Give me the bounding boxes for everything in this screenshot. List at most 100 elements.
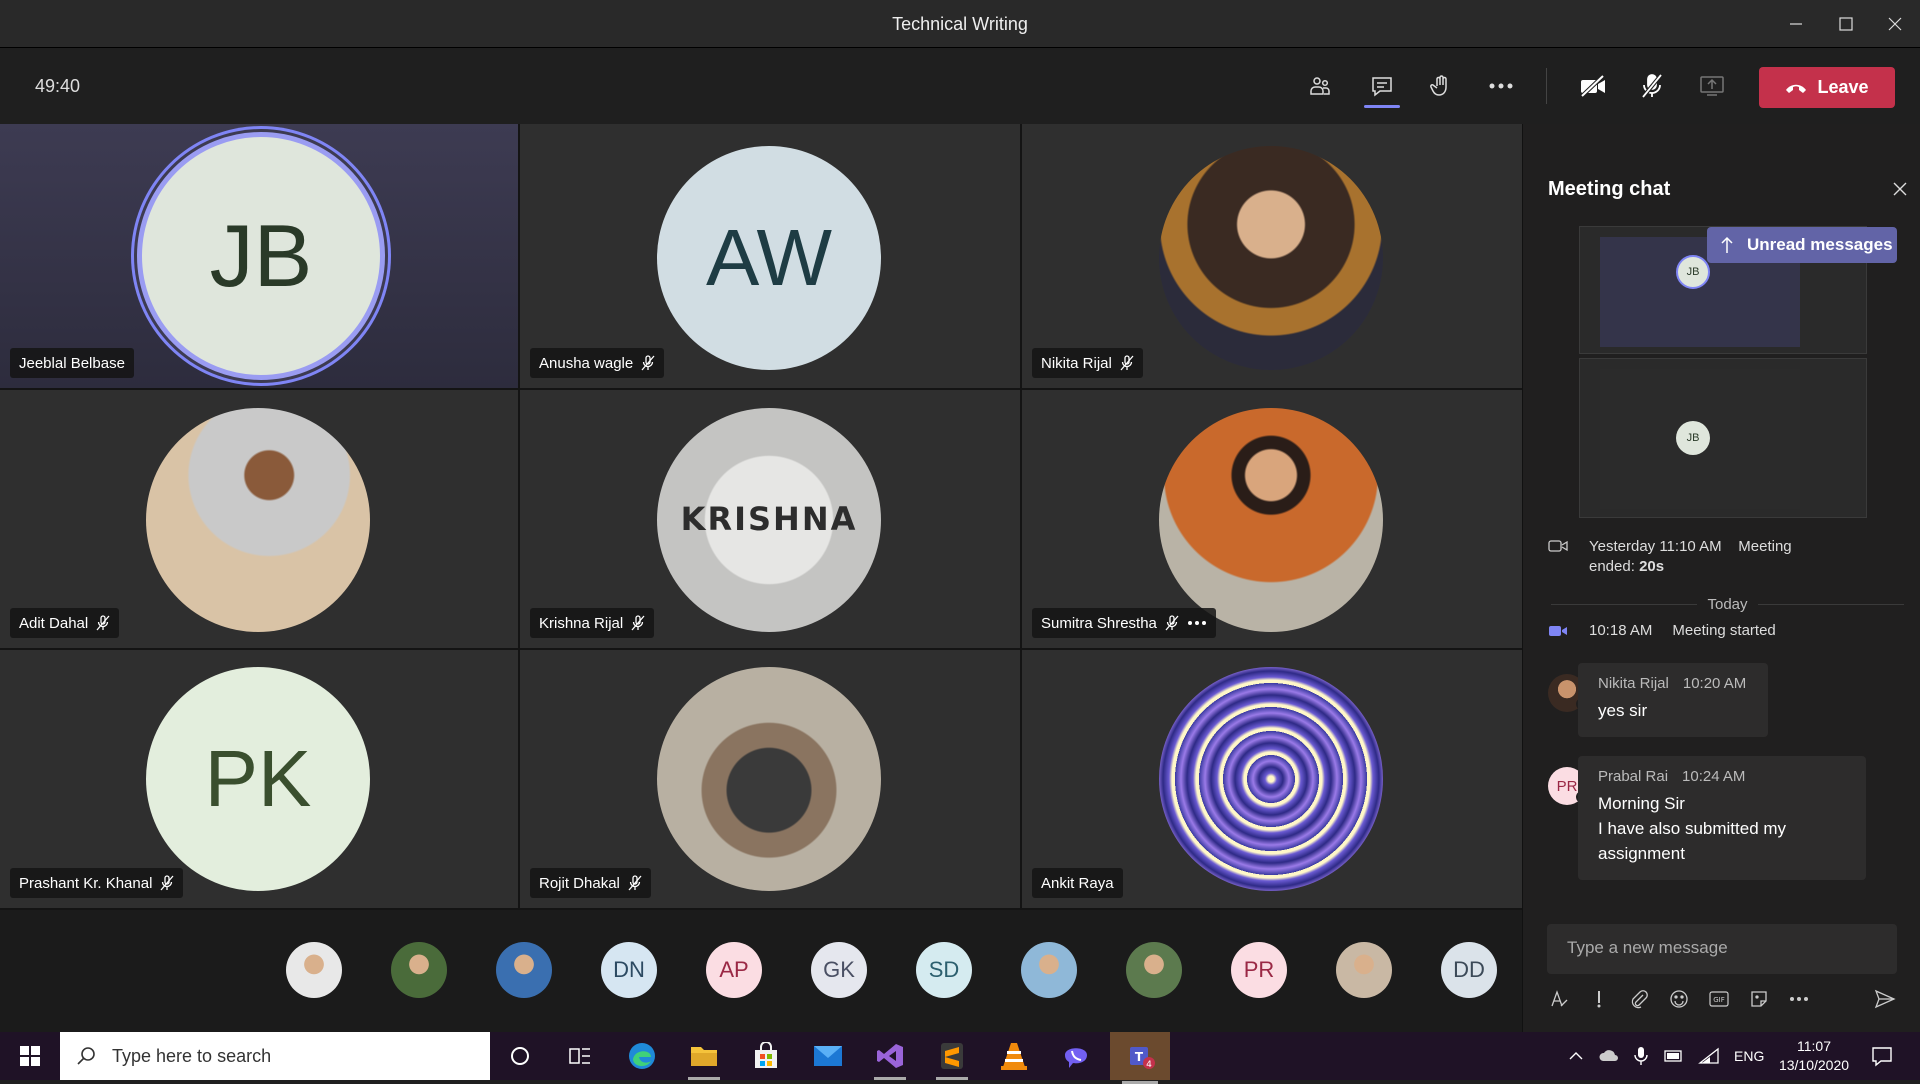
participant-tile-adit[interactable]: Adit Dahal [0,390,518,648]
participant-name: Krishna Rijal [539,614,624,632]
krishna-graffiti-image: KRISHNA [681,500,856,538]
mail-app[interactable] [800,1036,856,1076]
teams-app[interactable]: T4 [1110,1032,1170,1084]
vlc-app[interactable] [986,1036,1042,1076]
chevron-up-icon[interactable] [1568,1051,1584,1061]
notifications-button[interactable] [1854,1036,1910,1076]
vlc-icon [1001,1043,1027,1070]
video-call-icon [1549,626,1567,636]
strip-participant-avatar[interactable] [496,942,552,998]
participant-tile-krishna[interactable]: KRISHNA Krishna Rijal [520,390,1020,648]
screen-share-thumbnail[interactable]: JB [1579,358,1867,518]
format-icon[interactable] [1547,987,1571,1011]
close-chat-button[interactable] [1887,176,1913,202]
strip-participant-avatar[interactable] [391,942,447,998]
strip-participant-avatar[interactable]: PR [1231,942,1287,998]
clock[interactable]: 11:07 13/10/2020 [1776,1032,1852,1080]
language-indicator[interactable]: ENG [1734,1048,1764,1064]
strip-participant-avatar[interactable]: GK [811,942,867,998]
raise-hand-button[interactable] [1419,66,1463,106]
show-conversation-button[interactable] [1360,66,1404,108]
microphone-icon[interactable] [1634,1046,1648,1066]
avatar-initials: AP [719,957,749,982]
viber-icon [1065,1048,1087,1068]
unread-label: Unread messages [1747,235,1893,254]
edge-app[interactable] [614,1036,670,1076]
clock-date: 13/10/2020 [1778,1057,1850,1073]
participant-strip: DN AP GK SD PR DD [0,910,1522,1032]
wifi-icon[interactable] [1698,1047,1720,1065]
share-screen-button[interactable] [1690,66,1734,106]
message-input[interactable]: Type a new message [1547,924,1897,974]
sticker-icon[interactable] [1747,987,1771,1011]
strip-participant-avatar[interactable] [1021,942,1077,998]
message-text: yes sir [1598,701,1648,720]
participant-tile-ankit[interactable]: Ankit Raya [1022,650,1522,908]
strip-participant-avatar[interactable]: AP [706,942,762,998]
participant-tile-anusha[interactable]: AW Anusha wagle [520,124,1020,388]
participant-name-tag: Jeeblal Belbase [10,348,134,378]
message-time: 10:20 AM [1682,675,1747,692]
taskbar-search-box[interactable]: Type here to search [60,1032,490,1080]
strip-participant-avatar[interactable] [1336,942,1392,998]
participant-name: Anusha wagle [539,354,634,372]
participant-name-tag: Rojit Dhakal [530,868,651,898]
leave-button[interactable]: Leave [1759,67,1895,108]
participant-name-tag: Prashant Kr. Khanal [10,868,184,898]
system-tray: ENG [1568,1032,1764,1080]
meeting-toolbar: 49:40 [0,48,1920,124]
chat-message[interactable]: Nikita Rijal 10:20 AM yes sir [1578,663,1768,737]
task-view-button[interactable] [552,1036,608,1076]
start-button[interactable] [2,1036,58,1076]
viber-app[interactable] [1048,1036,1104,1076]
strip-participant-avatar[interactable]: DD [1441,942,1497,998]
participant-tile-jeeblal[interactable]: JB Jeeblal Belbase [0,124,518,388]
toolbar-separator [1546,68,1547,104]
more-options-icon[interactable] [1187,620,1207,626]
close-window-button[interactable] [1872,8,1918,40]
battery-icon[interactable] [1662,1047,1684,1065]
participant-tile-prashant[interactable]: PK Prashant Kr. Khanal [0,650,518,908]
sublime-text-app[interactable] [924,1036,980,1080]
mic-toggle-button[interactable] [1630,66,1674,106]
strip-participant-avatar[interactable] [286,942,342,998]
folder-icon [691,1047,717,1066]
participant-tile-sumitra[interactable]: Sumitra Shrestha [1022,390,1522,648]
file-explorer-app[interactable] [676,1036,732,1080]
chat-message[interactable]: Prabal Rai 10:24 AM Morning Sir I have al… [1578,756,1866,880]
emoji-icon[interactable] [1667,987,1691,1011]
participant-name: Prashant Kr. Khanal [19,874,153,892]
mic-off-icon [631,615,645,631]
mic-off-icon [628,875,642,891]
show-participants-button[interactable] [1298,66,1342,106]
store-app[interactable] [738,1036,794,1076]
compose-toolbar: GIF [1547,984,1897,1014]
cortana-button[interactable] [492,1036,548,1076]
send-icon[interactable] [1873,987,1897,1011]
chat-icon [1372,77,1392,97]
participant-tile-nikita[interactable]: Nikita Rijal [1022,124,1522,388]
minimize-button[interactable] [1773,8,1819,40]
important-icon[interactable] [1587,987,1611,1011]
system-message-meeting-ended: Yesterday 11:10 AM Meeting ended: 20s [1547,537,1792,577]
notification-icon [1872,1047,1892,1067]
onedrive-icon[interactable] [1598,1047,1620,1065]
camera-toggle-button[interactable] [1571,66,1615,106]
avatar-initials: DD [1453,957,1485,982]
strip-participant-avatar[interactable]: DN [601,942,657,998]
visual-studio-app[interactable] [862,1036,918,1080]
avatar: AW [657,146,881,370]
more-options-icon[interactable] [1787,987,1811,1011]
maximize-button[interactable] [1823,8,1869,40]
gif-icon[interactable]: GIF [1707,987,1731,1011]
avatar-photo [1159,667,1383,891]
attach-icon[interactable] [1627,987,1651,1011]
more-actions-button[interactable] [1479,66,1523,106]
avatar-photo [1159,146,1383,370]
strip-participant-avatar[interactable]: SD [916,942,972,998]
meeting-timer: 49:40 [35,76,81,96]
unread-messages-button[interactable]: Unread messages [1707,227,1897,263]
strip-participant-avatar[interactable] [1126,942,1182,998]
search-placeholder: Type here to search [112,1045,272,1066]
participant-tile-rojit[interactable]: Rojit Dhakal [520,650,1020,908]
